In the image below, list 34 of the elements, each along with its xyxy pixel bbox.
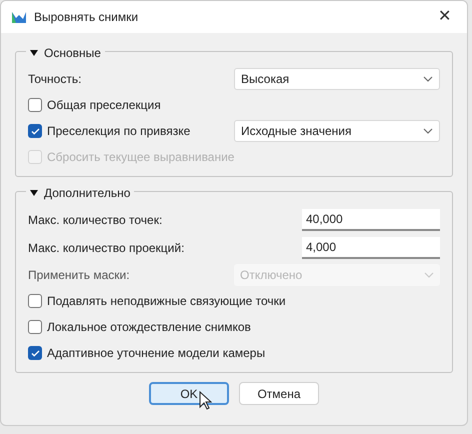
dialog-button[interactable]: Отмена — [239, 382, 319, 405]
dropdown[interactable]: Высокая — [234, 68, 440, 90]
dropdown[interactable]: Исходные значения — [234, 120, 440, 142]
checkmark-icon — [30, 350, 40, 356]
checkbox[interactable] — [28, 124, 42, 138]
checkbox[interactable] — [28, 346, 42, 360]
checkbox-label: Подавлять неподвижные связующие точки — [47, 293, 286, 310]
mouse-pointer-icon — [199, 391, 212, 410]
group-title: Дополнительно — [44, 185, 130, 202]
field-label: Макс. количество проекций: — [28, 240, 184, 257]
field-label: Точность: — [28, 71, 82, 88]
checkbox-label: Общая преселекция — [47, 97, 161, 114]
group-title: Основные — [44, 45, 101, 62]
chevron-down-icon — [424, 272, 434, 278]
close-button[interactable]: ✕ — [432, 5, 457, 29]
dialog-button[interactable]: OK — [149, 382, 229, 405]
checkbox-label: Локальное отождествление снимков — [47, 319, 251, 336]
checkmark-icon — [30, 128, 40, 134]
field-label: Применить маски: — [28, 267, 130, 284]
input-field[interactable]: 40,000 — [302, 209, 440, 231]
checkbox[interactable] — [28, 98, 42, 112]
input-field[interactable]: 4,000 — [302, 237, 440, 259]
checkbox[interactable] — [28, 294, 42, 308]
field-label: Макс. количество точек: — [28, 212, 162, 229]
checkbox[interactable] — [28, 320, 42, 334]
checkbox-label: Преселекция по привязке — [47, 123, 190, 140]
triangle-down-icon[interactable] — [30, 50, 38, 56]
window-title: Выровнять снимки — [34, 9, 138, 26]
checkbox-label: Сбросить текущее выравнивание — [47, 149, 234, 166]
triangle-down-icon[interactable] — [30, 190, 38, 196]
chevron-down-icon — [423, 128, 433, 134]
app-icon — [11, 10, 27, 24]
checkbox-label: Адаптивное уточнение модели камеры — [47, 345, 266, 362]
chevron-down-icon — [423, 76, 433, 82]
